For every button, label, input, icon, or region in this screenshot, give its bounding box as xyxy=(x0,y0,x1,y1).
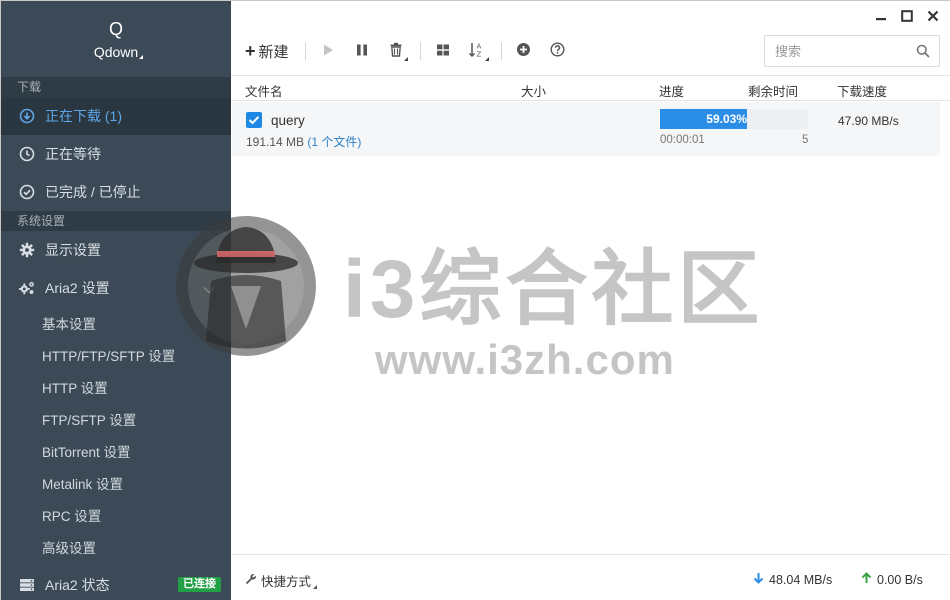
svg-text:Z: Z xyxy=(476,50,481,58)
sidebar-item-label: 正在等待 xyxy=(45,146,101,162)
total-upload-speed: 0.00 B/s xyxy=(861,572,923,587)
section-header-settings: 系统设置 xyxy=(1,211,231,231)
app-window: Q Qdown 下载 正在下载 (1) 正在等待 已完成 / 已停止 系统设置 xyxy=(0,0,950,600)
main-panel: + 新建 A Z 搜索 文件名 大小 进度 剩余时间 下载速度 query 19… xyxy=(231,1,950,600)
check-circle-icon xyxy=(18,183,36,201)
section-header-download: 下载 xyxy=(1,77,231,97)
sort-button[interactable]: AZ xyxy=(463,37,491,65)
toolbar-divider xyxy=(419,42,421,60)
column-remaining[interactable]: 剩余时间 xyxy=(748,81,798,100)
column-speed[interactable]: 下载速度 xyxy=(837,81,887,100)
arrow-up-icon xyxy=(861,572,872,587)
new-task-button[interactable]: + 新建 xyxy=(245,37,295,65)
task-connections: 5 xyxy=(802,134,809,146)
toolbar-divider xyxy=(500,42,502,60)
task-files-link[interactable]: (1 个文件) xyxy=(307,135,361,149)
play-icon xyxy=(321,43,335,60)
sidebar-item-label: 已完成 / 已停止 xyxy=(45,184,141,200)
progress-bar: 59.03% xyxy=(660,109,808,129)
question-circle-icon xyxy=(550,42,565,60)
svg-text:A: A xyxy=(476,42,481,50)
sidebar-item-display-settings[interactable]: 显示设置 xyxy=(1,231,231,269)
gear-icon xyxy=(18,241,36,259)
sidebar-subitem-bittorrent[interactable]: BitTorrent 设置 xyxy=(1,435,231,467)
sidebar-subitem-http-ftp-sftp[interactable]: HTTP/FTP/SFTP 设置 xyxy=(1,339,231,371)
sidebar-item-waiting[interactable]: 正在等待 xyxy=(1,135,231,173)
sidebar-item-downloading[interactable]: 正在下载 (1) xyxy=(1,97,231,135)
grid-view-button[interactable] xyxy=(429,37,457,65)
progress-percent: 59.03% xyxy=(706,112,747,126)
pause-icon xyxy=(355,43,369,60)
status-bar: 快捷方式 48.04 MB/s 0.00 B/s xyxy=(231,554,950,600)
start-button[interactable] xyxy=(314,37,342,65)
clock-icon xyxy=(18,145,36,163)
task-size-info: 191.14 MB (1 个文件) xyxy=(246,133,361,150)
sidebar-item-aria2-settings[interactable]: Aria2 设置 xyxy=(1,269,231,307)
column-progress[interactable]: 进度 xyxy=(659,81,684,100)
sidebar-item-label: Aria2 设置 xyxy=(45,280,110,296)
task-checkbox[interactable] xyxy=(246,112,262,128)
sort-alpha-icon: AZ xyxy=(468,41,486,62)
app-name-menu[interactable]: Qdown xyxy=(94,44,144,60)
toolbar: + 新建 A Z 搜索 xyxy=(231,31,950,71)
sidebar-item-label: Aria2 状态 xyxy=(45,577,110,593)
server-icon xyxy=(18,576,36,594)
sidebar-subitem-rpc[interactable]: RPC 设置 xyxy=(1,499,231,531)
task-name: query xyxy=(271,113,305,128)
shortcut-label: 快捷方式 xyxy=(261,571,318,590)
help-button[interactable] xyxy=(544,37,572,65)
sidebar-subitem-http[interactable]: HTTP 设置 xyxy=(1,371,231,403)
search-icon[interactable] xyxy=(916,44,930,61)
shortcut-menu[interactable]: 快捷方式 xyxy=(245,571,318,590)
column-header: 文件名 大小 进度 剩余时间 下载速度 xyxy=(231,75,950,101)
maximize-icon[interactable] xyxy=(900,9,914,23)
grid-icon xyxy=(436,43,450,60)
table-row[interactable]: query 191.14 MB (1 个文件) 59.03% 00:00:01 … xyxy=(232,102,940,156)
sidebar-item-completed[interactable]: 已完成 / 已停止 xyxy=(1,173,231,211)
sidebar: Q Qdown 下载 正在下载 (1) 正在等待 已完成 / 已停止 系统设置 xyxy=(1,1,231,600)
sidebar-subitem-advanced[interactable]: 高级设置 xyxy=(1,531,231,563)
task-download-speed: 47.90 MB/s xyxy=(838,114,899,128)
plus-icon: + xyxy=(245,41,256,61)
search-box xyxy=(764,35,940,67)
sidebar-item-aria2-status[interactable]: Aria2 状态 已连接 xyxy=(1,569,231,600)
pause-button[interactable] xyxy=(348,37,376,65)
status-badge: 已连接 xyxy=(178,577,221,592)
total-download-speed: 48.04 MB/s xyxy=(753,572,832,587)
app-logo: Q xyxy=(108,19,123,39)
arrow-down-icon xyxy=(753,572,764,587)
column-size[interactable]: 大小 xyxy=(521,81,546,100)
close-icon[interactable] xyxy=(926,9,940,23)
sidebar-item-label: 显示设置 xyxy=(45,242,101,258)
sidebar-subitem-basic[interactable]: 基本设置 xyxy=(1,307,231,339)
sidebar-subitem-ftp-sftp[interactable]: FTP/SFTP 设置 xyxy=(1,403,231,435)
minimize-icon[interactable] xyxy=(874,9,888,23)
brand: Q Qdown xyxy=(1,1,231,77)
task-size: 191.14 MB xyxy=(246,135,305,149)
search-input[interactable] xyxy=(775,43,915,59)
toolbar-divider xyxy=(304,42,306,60)
delete-button[interactable] xyxy=(382,37,410,65)
gears-icon xyxy=(18,279,36,297)
plus-circle-icon xyxy=(516,42,531,60)
sidebar-item-label: 正在下载 (1) xyxy=(45,108,122,124)
total-upload-speed-value: 0.00 B/s xyxy=(877,572,923,587)
add-circle-button[interactable] xyxy=(510,37,538,65)
window-controls xyxy=(874,9,940,23)
trash-icon xyxy=(389,42,403,60)
arrow-down-circle-icon xyxy=(18,107,36,125)
total-download-speed-value: 48.04 MB/s xyxy=(769,572,833,587)
task-elapsed-time: 00:00:01 xyxy=(660,134,705,146)
chevron-down-icon[interactable] xyxy=(203,281,215,297)
sidebar-subitem-metalink[interactable]: Metalink 设置 xyxy=(1,467,231,499)
column-name[interactable]: 文件名 xyxy=(245,81,283,100)
new-task-label: 新建 xyxy=(258,43,289,61)
wrench-icon xyxy=(245,573,257,588)
